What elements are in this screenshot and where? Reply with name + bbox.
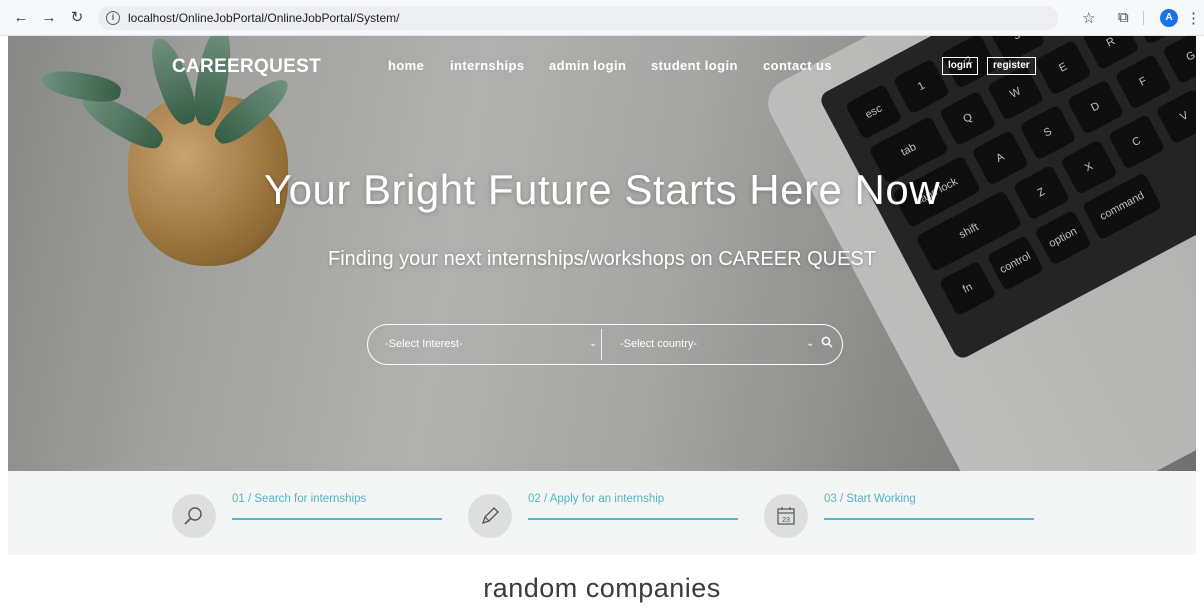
toolbar-divider bbox=[1143, 11, 1144, 25]
top-navigation: CAREERQUEST home internships admin login… bbox=[8, 36, 1196, 96]
extensions-icon[interactable]: ⧉ bbox=[1118, 9, 1129, 26]
address-bar[interactable]: i localhost/OnlineJobPortal/OnlineJobPor… bbox=[98, 6, 1058, 30]
hero-subline: Finding your next internships/workshops … bbox=[327, 248, 876, 270]
back-arrow-icon[interactable]: ← bbox=[12, 9, 30, 27]
section-title: random companies bbox=[483, 573, 721, 603]
hero-headline: Your Bright Future Starts Here Now bbox=[263, 166, 941, 213]
nav-internships[interactable]: internships bbox=[450, 58, 524, 73]
register-button[interactable]: register bbox=[987, 57, 1036, 75]
step-label: 03 / Start Working bbox=[824, 493, 916, 505]
bookmark-star-icon[interactable]: ☆ bbox=[1082, 9, 1095, 27]
chevron-down-icon[interactable]: ⌄ bbox=[589, 325, 597, 363]
more-menu-icon[interactable]: ⋮ bbox=[1186, 9, 1201, 27]
step-label: 01 / Search for internships bbox=[232, 493, 367, 505]
search-form: -Select Interest- ⌄ -Select country- ⌄ bbox=[367, 324, 843, 365]
nav-student-login[interactable]: student login bbox=[651, 58, 738, 73]
magnifier-icon bbox=[172, 494, 216, 538]
login-button[interactable]: login bbox=[942, 57, 978, 75]
address-url: localhost/OnlineJobPortal/OnlineJobPorta… bbox=[128, 11, 400, 25]
search-divider bbox=[601, 329, 602, 360]
chevron-down-icon[interactable]: ⌄ bbox=[806, 325, 814, 363]
browser-toolbar: ← → ↻ i localhost/OnlineJobPortal/Online… bbox=[0, 0, 1204, 36]
step-underline bbox=[824, 518, 1034, 520]
pencil-icon bbox=[468, 494, 512, 538]
hero-section: esc 1 2 3 4 5 6 tab Q W E R T caps lock … bbox=[8, 36, 1196, 471]
steps-band: 01 / Search for internships 02 / Apply f… bbox=[8, 471, 1196, 555]
search-icon[interactable] bbox=[815, 325, 839, 363]
country-select[interactable]: -Select country- bbox=[620, 325, 800, 363]
nav-admin-login[interactable]: admin login bbox=[549, 58, 626, 73]
reload-icon[interactable]: ↻ bbox=[68, 9, 86, 27]
step-underline bbox=[232, 518, 442, 520]
nav-contact-us[interactable]: contact us bbox=[763, 58, 832, 73]
brand-logo[interactable]: CAREERQUEST bbox=[172, 56, 321, 78]
step-label: 02 / Apply for an internship bbox=[528, 493, 665, 505]
nav-home[interactable]: home bbox=[388, 58, 424, 73]
step-underline bbox=[528, 518, 738, 520]
interest-select[interactable]: -Select Interest- bbox=[385, 325, 585, 363]
calendar-day: 23 bbox=[782, 517, 790, 524]
calendar-icon: 23 bbox=[764, 494, 808, 538]
forward-arrow-icon[interactable]: → bbox=[40, 9, 58, 27]
profile-avatar[interactable]: A bbox=[1160, 9, 1178, 27]
site-info-icon[interactable]: i bbox=[106, 11, 120, 25]
